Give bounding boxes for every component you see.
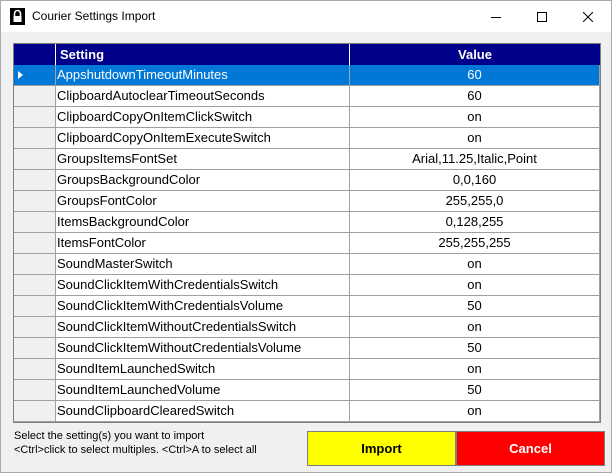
column-header-setting[interactable]: Setting bbox=[56, 44, 350, 65]
setting-cell[interactable]: ClipboardCopyOnItemClickSwitch bbox=[56, 107, 350, 128]
table-row[interactable]: GroupsFontColor 255,255,0 bbox=[14, 191, 600, 212]
table-row[interactable]: GroupsBackgroundColor 0,0,160 bbox=[14, 170, 600, 191]
row-header[interactable] bbox=[14, 254, 56, 275]
table-row[interactable]: SoundClickItemWithCredentialsSwitch on bbox=[14, 275, 600, 296]
row-header[interactable] bbox=[14, 296, 56, 317]
row-pointer-icon bbox=[18, 71, 23, 79]
column-header-value[interactable]: Value bbox=[350, 44, 600, 65]
table-row[interactable]: ItemsBackgroundColor 0,128,255 bbox=[14, 212, 600, 233]
setting-cell[interactable]: SoundClickItemWithoutCredentialsSwitch bbox=[56, 317, 350, 338]
value-cell[interactable]: on bbox=[350, 401, 600, 422]
table-row[interactable]: SoundMasterSwitch on bbox=[14, 254, 600, 275]
row-header[interactable] bbox=[14, 338, 56, 359]
setting-cell[interactable]: SoundClickItemWithCredentialsSwitch bbox=[56, 275, 350, 296]
table-row[interactable]: SoundItemLaunchedVolume 50 bbox=[14, 380, 600, 401]
close-button[interactable] bbox=[565, 1, 611, 32]
setting-cell[interactable]: GroupsItemsFontSet bbox=[56, 149, 350, 170]
row-header[interactable] bbox=[14, 233, 56, 254]
setting-cell[interactable]: SoundClickItemWithoutCredentialsVolume bbox=[56, 338, 350, 359]
row-header[interactable] bbox=[14, 191, 56, 212]
value-cell[interactable]: 0,128,255 bbox=[350, 212, 600, 233]
value-cell[interactable]: 50 bbox=[350, 296, 600, 317]
setting-cell[interactable]: SoundClickItemWithCredentialsVolume bbox=[56, 296, 350, 317]
value-cell[interactable]: on bbox=[350, 107, 600, 128]
row-header[interactable] bbox=[14, 65, 56, 86]
table-row[interactable]: SoundClickItemWithCredentialsVolume 50 bbox=[14, 296, 600, 317]
grid-header: Setting Value bbox=[14, 44, 600, 65]
row-header[interactable] bbox=[14, 149, 56, 170]
cancel-button[interactable]: Cancel bbox=[456, 431, 605, 466]
value-cell[interactable]: on bbox=[350, 254, 600, 275]
setting-cell[interactable]: SoundItemLaunchedVolume bbox=[56, 380, 350, 401]
instructions: Select the setting(s) you want to import… bbox=[14, 429, 257, 457]
row-header[interactable] bbox=[14, 359, 56, 380]
setting-cell[interactable]: ClipboardAutoclearTimeoutSeconds bbox=[56, 86, 350, 107]
instruction-line-2: <Ctrl>click to select multiples. <Ctrl>A… bbox=[14, 444, 257, 456]
table-row[interactable]: SoundItemLaunchedSwitch on bbox=[14, 359, 600, 380]
row-header[interactable] bbox=[14, 170, 56, 191]
table-row[interactable]: GroupsItemsFontSet Arial,11.25,Italic,Poi… bbox=[14, 149, 600, 170]
value-cell[interactable]: on bbox=[350, 128, 600, 149]
setting-cell[interactable]: GroupsBackgroundColor bbox=[56, 170, 350, 191]
row-header[interactable] bbox=[14, 380, 56, 401]
minimize-icon bbox=[491, 16, 501, 18]
row-header[interactable] bbox=[14, 86, 56, 107]
row-header[interactable] bbox=[14, 275, 56, 296]
setting-cell[interactable]: AppshutdownTimeoutMinutes bbox=[56, 65, 350, 86]
table-row[interactable]: AppshutdownTimeoutMinutes 60 bbox=[14, 65, 600, 86]
setting-cell[interactable]: GroupsFontColor bbox=[56, 191, 350, 212]
row-header[interactable] bbox=[14, 212, 56, 233]
row-header[interactable] bbox=[14, 107, 56, 128]
value-cell[interactable]: 60 bbox=[350, 65, 600, 86]
close-icon bbox=[583, 11, 593, 22]
row-header[interactable] bbox=[14, 401, 56, 422]
table-row[interactable]: ItemsFontColor 255,255,255 bbox=[14, 233, 600, 254]
setting-cell[interactable]: ItemsFontColor bbox=[56, 233, 350, 254]
setting-cell[interactable]: SoundItemLaunchedSwitch bbox=[56, 359, 350, 380]
setting-cell[interactable]: SoundClipboardClearedSwitch bbox=[56, 401, 350, 422]
value-cell[interactable]: 50 bbox=[350, 338, 600, 359]
table-row[interactable]: SoundClickItemWithoutCredentialsSwitch on bbox=[14, 317, 600, 338]
maximize-button[interactable] bbox=[519, 1, 565, 32]
import-window: Courier Settings Import Setting Value Ap… bbox=[0, 0, 612, 473]
title-bar[interactable]: Courier Settings Import bbox=[1, 1, 611, 32]
table-row[interactable]: ClipboardCopyOnItemClickSwitch on bbox=[14, 107, 600, 128]
table-row[interactable]: ClipboardAutoclearTimeoutSeconds 60 bbox=[14, 86, 600, 107]
value-cell[interactable]: 255,255,0 bbox=[350, 191, 600, 212]
table-row[interactable]: SoundClipboardClearedSwitch on bbox=[14, 401, 600, 422]
padlock-icon bbox=[10, 8, 25, 25]
value-cell[interactable]: 0,0,160 bbox=[350, 170, 600, 191]
settings-grid[interactable]: Setting Value AppshutdownTimeoutMinutes 6… bbox=[13, 43, 601, 423]
grid-rows: AppshutdownTimeoutMinutes 60 ClipboardAuto… bbox=[14, 65, 600, 422]
value-cell[interactable]: on bbox=[350, 359, 600, 380]
table-row[interactable]: SoundClickItemWithoutCredentialsVolume 50 bbox=[14, 338, 600, 359]
value-cell[interactable]: Arial,11.25,Italic,Point bbox=[350, 149, 600, 170]
value-cell[interactable]: on bbox=[350, 317, 600, 338]
table-row[interactable]: ClipboardCopyOnItemExecuteSwitch on bbox=[14, 128, 600, 149]
value-cell[interactable]: on bbox=[350, 275, 600, 296]
maximize-icon bbox=[537, 11, 547, 22]
setting-cell[interactable]: SoundMasterSwitch bbox=[56, 254, 350, 275]
import-button[interactable]: Import bbox=[307, 431, 456, 466]
instruction-line-1: Select the setting(s) you want to import bbox=[14, 430, 205, 442]
setting-cell[interactable]: ItemsBackgroundColor bbox=[56, 212, 350, 233]
window-title: Courier Settings Import bbox=[32, 9, 156, 23]
value-cell[interactable]: 50 bbox=[350, 380, 600, 401]
minimize-button[interactable] bbox=[473, 1, 519, 32]
row-header[interactable] bbox=[14, 128, 56, 149]
value-cell[interactable]: 255,255,255 bbox=[350, 233, 600, 254]
header-corner[interactable] bbox=[14, 44, 56, 65]
value-cell[interactable]: 60 bbox=[350, 86, 600, 107]
row-header[interactable] bbox=[14, 317, 56, 338]
setting-cell[interactable]: ClipboardCopyOnItemExecuteSwitch bbox=[56, 128, 350, 149]
